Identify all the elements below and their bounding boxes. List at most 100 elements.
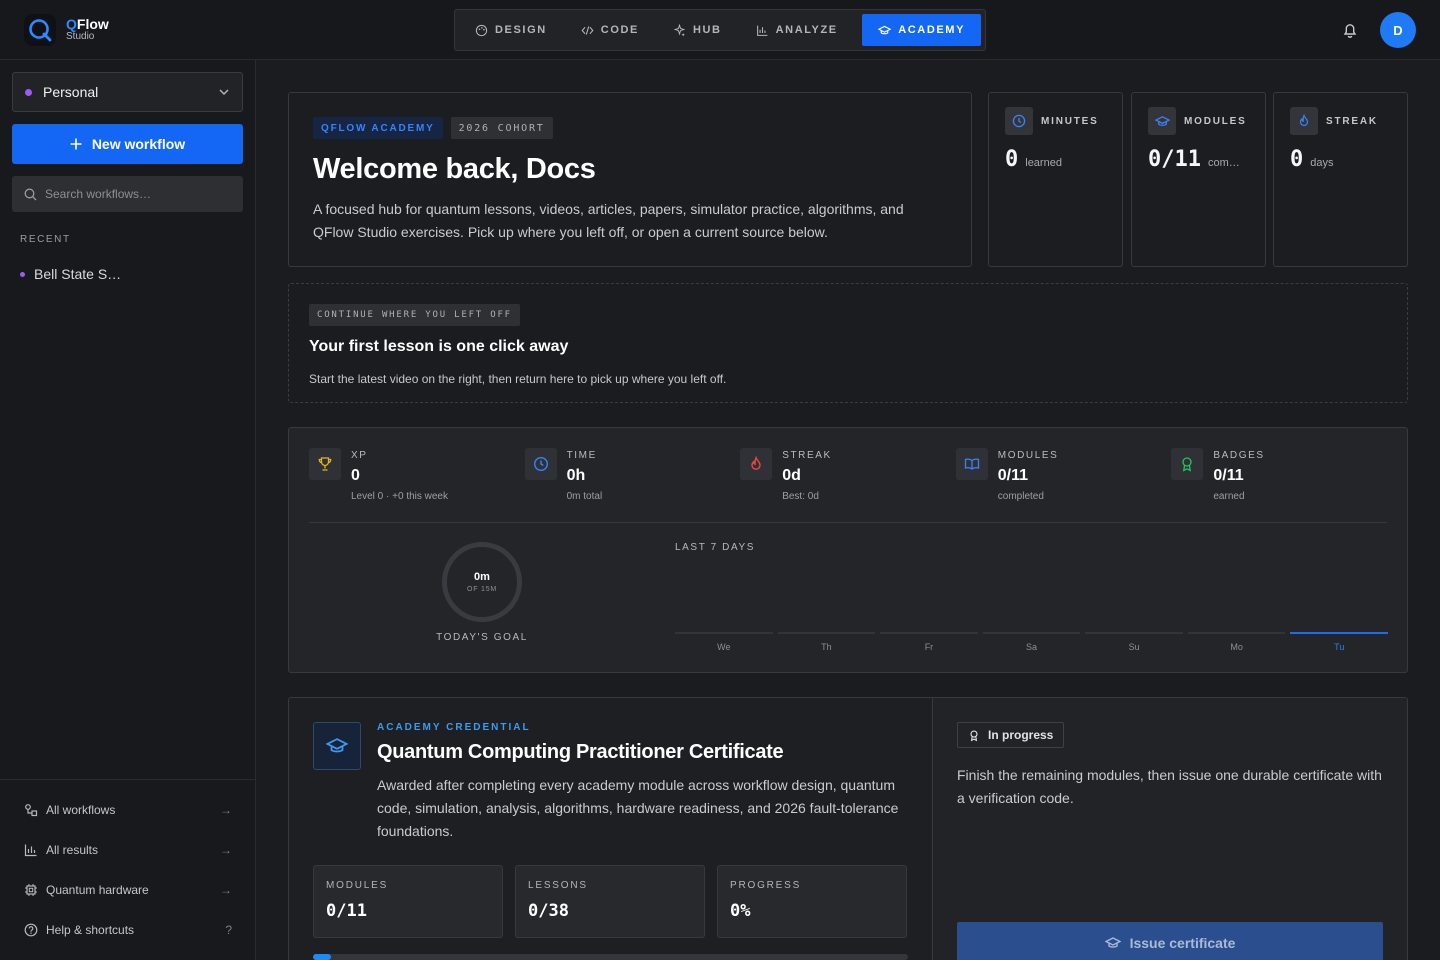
sidebar-footer: All workflows → All results → Quantum ha…: [0, 779, 256, 950]
graduation-cap-icon: [878, 25, 892, 34]
workspace-select[interactable]: Personal: [12, 72, 243, 112]
sidebar-link-help[interactable]: Help & shortcuts ?: [0, 910, 256, 950]
sparkles-icon: [673, 23, 686, 37]
code-icon: [581, 25, 594, 35]
graduation-cap-icon: [1104, 937, 1121, 948]
book-icon: [955, 448, 988, 480]
day-label: Th: [821, 642, 832, 652]
cert-progress-fill: [313, 954, 331, 960]
metric-sub: Best: 0d: [782, 491, 819, 502]
palette-icon: [475, 24, 488, 36]
day-column: Fr: [880, 632, 978, 652]
sidebar-link-all-results[interactable]: All results →: [0, 830, 256, 870]
sidebar-link-all-workflows[interactable]: All workflows →: [0, 790, 256, 830]
bar-chart-icon: [756, 25, 767, 36]
workspace-dot: [25, 88, 32, 96]
cohort-tag: 2026 COHORT: [450, 117, 553, 139]
goal-target: OF 15M: [466, 586, 498, 593]
search-box: [12, 176, 243, 212]
day-label: Tu: [1334, 642, 1345, 652]
sidebar-link-label: All workflows: [46, 803, 116, 817]
bell-icon[interactable]: [1340, 20, 1360, 40]
workspace-label: Personal: [43, 84, 99, 100]
recent-workflow-label: Bell State S…: [34, 266, 122, 282]
flame-icon: [1290, 107, 1318, 135]
stat-label: MODULES: [1184, 115, 1247, 127]
recent-dot: [20, 271, 25, 277]
cert-stat-label: LESSONS: [528, 880, 588, 891]
award-icon: [1171, 448, 1204, 480]
nav-tab-code[interactable]: CODE: [565, 14, 655, 46]
stat-streak: STREAK 0 days: [1273, 92, 1408, 267]
welcome-hero: QFLOW ACADEMY 2026 COHORT Welcome back, …: [288, 92, 972, 267]
certificate-card: ACADEMY CREDENTIAL Quantum Computing Pra…: [288, 697, 1408, 960]
recent-workflow-item[interactable]: Bell State S…: [20, 266, 121, 282]
sidebar-link-label: Help & shortcuts: [46, 923, 135, 937]
new-workflow-label: New workflow: [91, 136, 186, 152]
search-icon: [24, 188, 37, 200]
cert-description: Awarded after completing every academy m…: [377, 777, 899, 839]
day-column: Sa: [982, 632, 1081, 652]
cert-status-description: Finish the remaining modules, then issue…: [957, 767, 1382, 806]
cert-stat-value: 0/38: [528, 901, 569, 921]
cert-kicker: ACADEMY CREDENTIAL: [377, 722, 531, 733]
metric-label: BADGES: [1213, 450, 1265, 461]
new-workflow-button[interactable]: New workflow: [12, 124, 243, 164]
nav-tab-hub[interactable]: HUB: [657, 14, 738, 46]
status-label: In progress: [988, 728, 1054, 742]
main-nav: DESIGN CODE HUB ANALYZE ACADEMY: [454, 9, 986, 51]
metric-sub: completed: [997, 491, 1044, 502]
continue-tag: CONTINUE WHERE YOU LEFT OFF: [309, 304, 520, 326]
search-input[interactable]: [45, 187, 225, 201]
goal-value: 0m: [474, 571, 490, 583]
hero-description: A focused hub for quantum lessons, video…: [313, 201, 904, 240]
metric-value: 0/11: [1213, 467, 1244, 484]
app-name: QFlow: [66, 16, 109, 32]
nav-tab-design[interactable]: DESIGN: [459, 14, 563, 46]
sidebar: Personal New workflow RECENT Bell State …: [0, 60, 256, 960]
day-label: Su: [1128, 642, 1140, 652]
cert-stat-label: PROGRESS: [730, 880, 802, 891]
academy-tag: QFLOW ACADEMY: [313, 117, 443, 139]
metric-value: 0h: [566, 467, 586, 484]
nav-label: CODE: [600, 24, 639, 36]
nav-tab-academy[interactable]: ACADEMY: [862, 14, 981, 46]
day-label: We: [717, 642, 731, 652]
sidebar-link-quantum-hardware[interactable]: Quantum hardware →: [0, 870, 256, 910]
plus-icon: [70, 138, 82, 150]
metric-label: XP: [351, 450, 368, 461]
issue-certificate-label: Issue certificate: [1129, 935, 1236, 951]
stat-label: MINUTES: [1041, 115, 1099, 127]
sidebar-link-label: All results: [46, 843, 99, 857]
metric-modules: MODULES 0/11 completed: [955, 448, 1172, 502]
day-bar: [675, 632, 773, 634]
trophy-icon: [309, 448, 341, 480]
metric-badges: BADGES 0/11 earned: [1171, 448, 1387, 502]
metric-sub: earned: [1213, 491, 1245, 502]
workflow-icon: [25, 804, 38, 817]
continue-title: Your first lesson is one click away: [309, 338, 569, 355]
status-badge: In progress: [957, 722, 1065, 748]
metric-label: TIME: [566, 450, 597, 461]
sidebar-link-label: Quantum hardware: [46, 883, 149, 897]
day-label: Sa: [1026, 642, 1038, 652]
stat-modules: MODULES 0/11 com…: [1131, 92, 1266, 267]
goal-label: TODAY'S GOAL: [436, 632, 528, 643]
issue-certificate-button[interactable]: Issue certificate: [957, 922, 1383, 960]
day-label: Fr: [924, 642, 934, 652]
cert-title: Quantum Computing Practitioner Certifica…: [377, 741, 784, 763]
continue-description: Start the latest video on the right, the…: [309, 372, 727, 386]
stat-unit: com…: [1207, 157, 1240, 169]
award-icon: [970, 729, 978, 741]
metrics-row: XP 0 Level 0 · +0 this week TIME 0h 0m total…: [309, 448, 1387, 523]
nav-tab-analyze[interactable]: ANALYZE: [740, 14, 854, 46]
user-avatar[interactable]: D: [1380, 12, 1416, 48]
day-bar: [1290, 632, 1389, 634]
continue-panel: CONTINUE WHERE YOU LEFT OFF Your first l…: [288, 283, 1408, 403]
app-logo[interactable]: QFlow Studio: [24, 14, 109, 46]
stat-value: 0: [1290, 147, 1304, 172]
stat-label: STREAK: [1326, 115, 1378, 127]
chip-icon: [25, 884, 37, 896]
recent-heading: RECENT: [20, 234, 71, 245]
main-content: QFLOW ACADEMY 2026 COHORT Welcome back, …: [256, 60, 1440, 960]
